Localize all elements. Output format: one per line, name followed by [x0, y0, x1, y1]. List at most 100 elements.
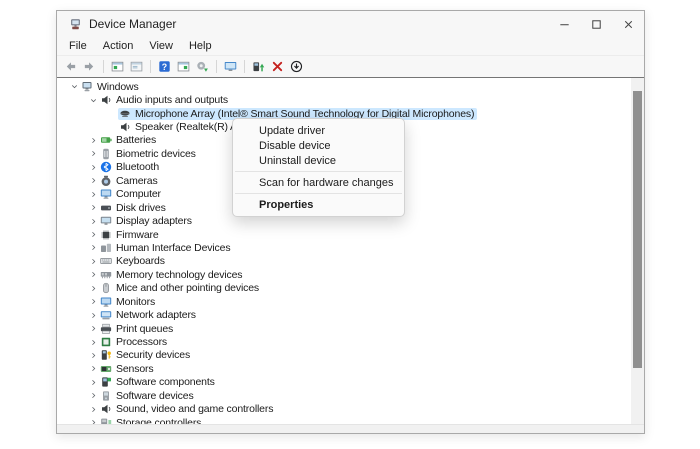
software-device-icon — [100, 390, 112, 402]
expand-toggle[interactable] — [87, 311, 99, 320]
tree-item-security-devices[interactable]: Security devices — [58, 349, 630, 362]
tree-item-label: Cameras — [116, 174, 158, 187]
vertical-scrollbar[interactable] — [631, 78, 644, 425]
tree-item-content: Memory technology devices — [99, 269, 245, 281]
context-menu-properties[interactable]: Properties — [233, 197, 404, 212]
expand-toggle[interactable] — [87, 297, 99, 306]
tree-item-sensors[interactable]: Sensors — [58, 362, 630, 375]
tree-item-content: Monitors — [99, 296, 158, 308]
tree-item-label: Processors — [116, 336, 168, 349]
tree-item-keyboards[interactable]: Keyboards — [58, 255, 630, 268]
maximize-icon — [590, 18, 603, 31]
svg-text:?: ? — [162, 62, 167, 72]
tree-item-audio-inputs-and-outputs[interactable]: Audio inputs and outputs — [58, 93, 630, 106]
chevron-right-icon — [89, 136, 98, 145]
expand-toggle[interactable] — [87, 351, 99, 360]
tree-item-network-adapters[interactable]: Network adapters — [58, 308, 630, 321]
tree-item-software-components[interactable]: Software components — [58, 376, 630, 389]
tree-item-monitors[interactable]: Monitors — [58, 295, 630, 308]
tree-item-windows[interactable]: Windows — [58, 80, 630, 93]
tree-item-print-queues[interactable]: Print queues — [58, 322, 630, 335]
tree-item-mice-and-other-pointing-devices[interactable]: Mice and other pointing devices — [58, 282, 630, 295]
menu-action[interactable]: Action — [95, 40, 142, 52]
chevron-right-icon — [89, 364, 98, 373]
properties-window-button[interactable] — [128, 58, 145, 75]
scrollbar-thumb[interactable] — [633, 91, 642, 368]
expand-toggle[interactable] — [87, 149, 99, 158]
tree-item-label: Software components — [116, 376, 215, 389]
context-menu-update-driver[interactable]: Update driver — [233, 123, 404, 138]
tree-item-label: Display adapters — [116, 215, 192, 228]
tree-item-content: Firmware — [99, 229, 162, 241]
scan-hardware-icon — [196, 60, 209, 73]
tree-item-content: Security devices — [99, 349, 193, 361]
update-driver-button[interactable] — [250, 58, 267, 75]
network-adapter-icon — [100, 309, 112, 321]
expand-toggle[interactable] — [87, 270, 99, 279]
tree-item-processors[interactable]: Processors — [58, 335, 630, 348]
tree-item-software-devices[interactable]: Software devices — [58, 389, 630, 402]
menu-file[interactable]: File — [61, 40, 95, 52]
expand-toggle[interactable] — [87, 324, 99, 333]
expand-toggle[interactable] — [87, 203, 99, 212]
tree-item-content: Batteries — [99, 134, 159, 146]
uninstall-device-button[interactable] — [269, 58, 286, 75]
tree-item-sound-video-and-game-controllers[interactable]: Sound, video and game controllers — [58, 403, 630, 416]
expand-toggle[interactable] — [87, 136, 99, 145]
disk-drive-icon — [100, 202, 112, 214]
expand-toggle[interactable] — [87, 96, 99, 105]
help-button[interactable]: ? — [156, 58, 173, 75]
chevron-right-icon — [89, 190, 98, 199]
close-button[interactable] — [612, 11, 644, 37]
menu-view[interactable]: View — [141, 40, 181, 52]
computer-view-button[interactable] — [222, 58, 239, 75]
tree-item-label: Memory technology devices — [116, 268, 243, 281]
expand-toggle[interactable] — [87, 190, 99, 199]
toolbar-separator — [216, 60, 217, 73]
expand-toggle[interactable] — [87, 230, 99, 239]
tree-item-human-interface-devices[interactable]: Human Interface Devices — [58, 241, 630, 254]
context-menu-separator — [235, 171, 402, 172]
expand-toggle[interactable] — [87, 243, 99, 252]
maximize-button[interactable] — [580, 11, 612, 37]
context-menu-disable-device[interactable]: Disable device — [233, 138, 404, 153]
bluetooth-icon — [100, 161, 112, 173]
expand-toggle[interactable] — [87, 378, 99, 387]
show-console-tree-button[interactable] — [109, 58, 126, 75]
chevron-right-icon — [89, 217, 98, 226]
tree-item-content: Mice and other pointing devices — [99, 282, 262, 294]
action-pane-icon — [177, 60, 190, 73]
minimize-button[interactable] — [548, 11, 580, 37]
tree-item-label: Network adapters — [116, 309, 196, 322]
tree-item-firmware[interactable]: Firmware — [58, 228, 630, 241]
expand-toggle[interactable] — [87, 391, 99, 400]
chevron-right-icon — [89, 405, 98, 414]
chevron-right-icon — [89, 270, 98, 279]
tree-item-memory-technology-devices[interactable]: Memory technology devices — [58, 268, 630, 281]
forward-button[interactable] — [81, 58, 98, 75]
scan-hardware-button[interactable] — [194, 58, 211, 75]
context-menu-uninstall-device[interactable]: Uninstall device — [233, 153, 404, 168]
horizontal-scrollbar[interactable] — [57, 424, 644, 433]
expand-toggle[interactable] — [87, 163, 99, 172]
expand-toggle[interactable] — [87, 405, 99, 414]
monitor-icon — [100, 296, 112, 308]
disable-device-button[interactable] — [288, 58, 305, 75]
expand-toggle[interactable] — [87, 257, 99, 266]
menu-help[interactable]: Help — [181, 40, 220, 52]
expand-toggle[interactable] — [68, 82, 80, 91]
action-pane-button[interactable] — [175, 58, 192, 75]
mouse-icon — [100, 282, 112, 294]
close-icon — [622, 18, 635, 31]
chevron-right-icon — [89, 284, 98, 293]
context-menu-scan-for-hardware-changes[interactable]: Scan for hardware changes — [233, 175, 404, 190]
tree-item-label: Disk drives — [116, 201, 166, 214]
back-button[interactable] — [62, 58, 79, 75]
expand-toggle[interactable] — [87, 176, 99, 185]
chevron-right-icon — [89, 243, 98, 252]
expand-toggle[interactable] — [87, 338, 99, 347]
expand-toggle[interactable] — [87, 364, 99, 373]
expand-toggle[interactable] — [87, 217, 99, 226]
expand-toggle[interactable] — [87, 284, 99, 293]
menu-bar: File Action View Help — [57, 37, 644, 56]
